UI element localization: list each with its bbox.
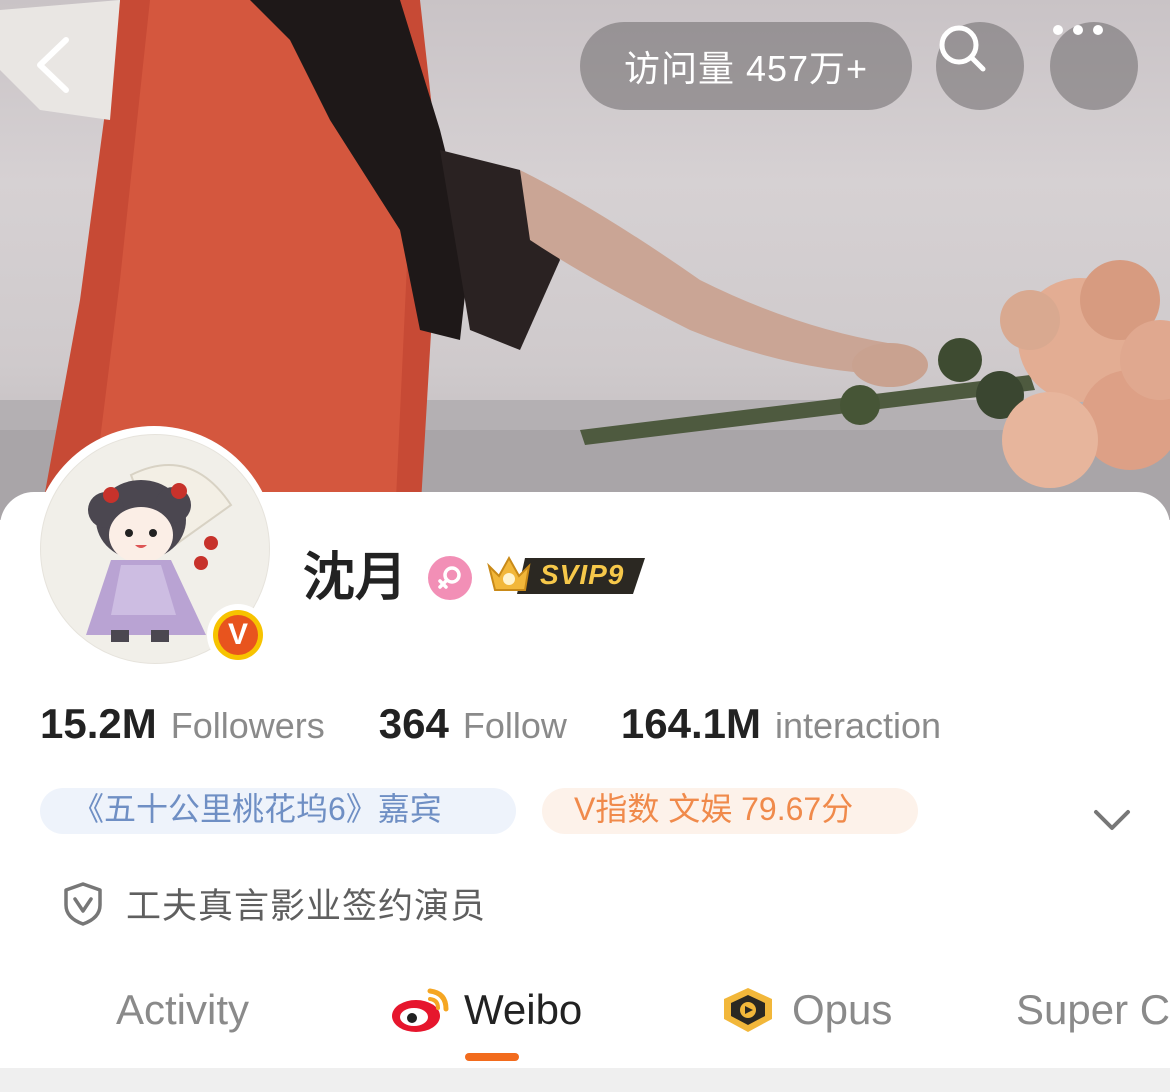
tab-weibo[interactable]: Weibo	[390, 980, 582, 1040]
verification-text: 工夫真言影业签约演员	[126, 887, 487, 926]
tab-activity[interactable]: Activity	[116, 980, 249, 1040]
followers-stat[interactable]: 15.2M Followers	[40, 700, 325, 748]
search-button[interactable]	[936, 22, 1024, 110]
tab-opus[interactable]: Opus	[718, 980, 892, 1040]
shield-v-icon	[64, 881, 102, 926]
verified-v-icon: V	[218, 615, 258, 655]
chevron-left-icon	[37, 37, 69, 93]
following-count: 364	[378, 700, 449, 747]
tab-opus-label: Opus	[792, 986, 893, 1033]
interaction-label: interaction	[774, 705, 942, 746]
visits-count-button[interactable]: 访问量 457万+	[580, 22, 912, 110]
chevron-down-icon[interactable]	[1090, 804, 1134, 834]
tab-super-topic-label: Super C	[1016, 986, 1170, 1033]
profile-tabs: Activity Weibo Opus Super C	[0, 960, 1170, 1060]
tab-activity-label: Activity	[116, 986, 250, 1033]
visits-count-label: 访问量 457万+	[623, 48, 869, 89]
interaction-stat[interactable]: 164.1M interaction	[621, 700, 941, 748]
opus-icon	[724, 988, 772, 1032]
active-tab-indicator	[465, 1053, 519, 1061]
followers-count: 15.2M	[40, 700, 157, 747]
section-divider	[0, 1068, 1170, 1092]
interaction-count: 164.1M	[620, 700, 761, 747]
svip-label: SVIP9	[540, 559, 625, 590]
verified-badge: V	[207, 604, 269, 666]
more-dots-icon	[1053, 25, 1103, 35]
tab-super-topic[interactable]: Super C	[1016, 980, 1170, 1040]
following-label: Follow	[462, 705, 567, 746]
profile-name: 沈月	[303, 549, 408, 607]
more-button[interactable]	[1050, 22, 1138, 110]
back-button[interactable]	[22, 30, 92, 100]
following-stat[interactable]: 364 Follow	[379, 700, 567, 748]
followers-label: Followers	[170, 705, 325, 746]
verification-info: 工夫真言影业签约演员	[62, 878, 486, 929]
v-index-tag[interactable]: V指数 文娱 79.67分	[542, 788, 918, 834]
guest-tag[interactable]: 《五十公里桃花坞6》嘉宾	[40, 788, 516, 834]
tab-weibo-label: Weibo	[464, 986, 583, 1033]
weibo-logo-icon	[392, 988, 449, 1032]
profile-stats: 15.2M Followers 364 Follow 164.1M intera…	[40, 700, 995, 760]
search-icon	[939, 25, 986, 72]
female-icon	[428, 556, 472, 600]
